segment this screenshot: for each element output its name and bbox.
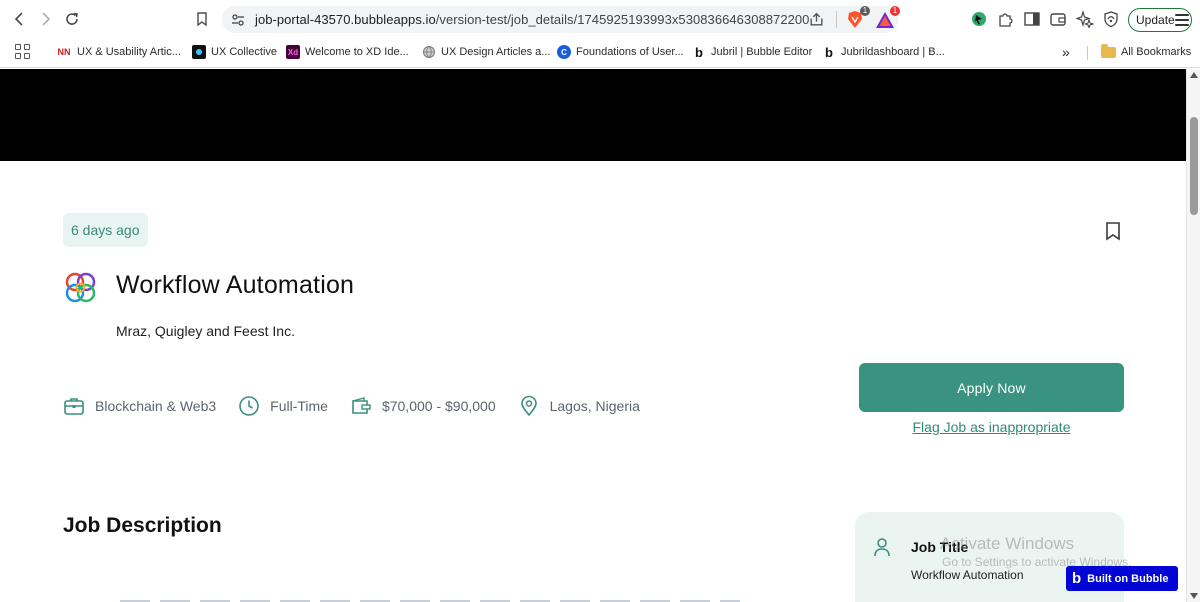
job-title: Workflow Automation (116, 271, 355, 299)
update-label: Update (1136, 13, 1175, 27)
clock-icon (239, 396, 259, 416)
job-type-text: Full-Time (270, 398, 328, 414)
posted-date-chip: 6 days ago (63, 213, 148, 247)
url-text[interactable]: job-portal-43570.bubbleapps.io/version-t… (255, 12, 809, 27)
folder-icon (1101, 43, 1116, 58)
bookmark-label: UX Collective (211, 46, 278, 58)
more-bookmarks-button[interactable]: » (1062, 43, 1070, 61)
arrow-right-icon (42, 12, 51, 26)
bookmark-page-button[interactable] (192, 9, 212, 29)
leo-ai-icon[interactable] (1076, 10, 1094, 28)
bookmark-label: Welcome to XD Ide... (305, 46, 409, 58)
bookmark-nn-usability[interactable]: NN UX & Usability Artic... (56, 43, 181, 61)
job-location-text: Lagos, Nigeria (549, 398, 640, 414)
update-menu-button[interactable]: Update (1128, 8, 1192, 32)
apps-grid-icon[interactable] (15, 44, 30, 59)
bookmark-bubble-editor[interactable]: b Jubril | Bubble Editor (692, 43, 812, 61)
job-details-page: 6 days ago Workflow Automation Mraz, Qui… (0, 69, 1186, 602)
hero-banner (0, 69, 1186, 161)
location-pin-icon (520, 395, 537, 417)
url-host: job-portal-43570.bubbleapps.io (255, 12, 436, 27)
url-divider (836, 11, 837, 28)
page-scrollbar[interactable] (1186, 69, 1200, 602)
site-settings-icon[interactable] (230, 12, 246, 28)
job-location: Lagos, Nigeria (518, 395, 640, 417)
brave-shields-count: 1 (860, 6, 870, 16)
bookmarks-divider (1087, 46, 1088, 60)
scroll-down-arrow-icon[interactable] (1190, 593, 1198, 599)
built-on-bubble-badge[interactable]: b Built on Bubble (1066, 566, 1178, 591)
nn-favicon: NN (57, 47, 71, 57)
back-button[interactable] (10, 9, 30, 29)
bookmark-ux-collective[interactable]: UX Collective (192, 43, 277, 61)
job-salary: $70,000 - $90,000 (350, 395, 496, 417)
flag-job-link[interactable]: Flag Job as inappropriate (859, 419, 1124, 435)
bookmark-label: Jubrildashboard | B... (841, 46, 945, 58)
brave-shields-button[interactable]: 1 (844, 6, 870, 31)
apply-now-button[interactable]: Apply Now (859, 363, 1124, 412)
ux-collective-icon (192, 45, 206, 59)
extensions-puzzle-icon[interactable] (997, 10, 1015, 28)
bookmarks-bar: NN UX & Usability Artic... UX Collective… (0, 38, 1200, 66)
xd-favicon: Xd (286, 45, 300, 59)
arrow-left-icon (14, 12, 23, 26)
reload-icon (66, 12, 78, 25)
bubble-badge-label: Built on Bubble (1087, 572, 1169, 585)
wallet-icon (352, 397, 371, 414)
job-meta-row: Blockchain & Web3 Full-Time $70,000 - $9… (63, 394, 662, 418)
all-bookmarks-button[interactable]: All Bookmarks (1101, 43, 1191, 61)
bookmark-ux-design-articles[interactable]: UX Design Articles a... (422, 43, 550, 61)
scroll-thumb[interactable] (1190, 117, 1198, 215)
browser-toolbar: job-portal-43570.bubbleapps.io/version-t… (0, 0, 1200, 38)
briefcase-icon (64, 398, 84, 415)
bookmark-foundations-ux[interactable]: C Foundations of User... (557, 43, 684, 61)
globe-icon (422, 45, 436, 59)
windows-activation-title: Activate Windows (940, 534, 1075, 553)
job-category-text: Blockchain & Web3 (95, 398, 217, 414)
hamburger-menu-icon (1174, 14, 1189, 26)
bookmark-outline-icon (197, 12, 207, 27)
job-type: Full-Time (238, 395, 328, 417)
bubble-favicon: b (825, 44, 833, 60)
all-bookmarks-label: All Bookmarks (1121, 46, 1192, 58)
bubble-logo-icon: b (1072, 570, 1082, 587)
bookmark-label: UX & Usability Artic... (77, 46, 181, 58)
brave-rewards-button[interactable]: 1 (874, 6, 900, 31)
bookmark-label: UX Design Articles a... (441, 46, 551, 58)
browser-chrome: job-portal-43570.bubbleapps.io/version-t… (0, 0, 1200, 68)
bookmark-label: Jubril | Bubble Editor (711, 46, 813, 58)
scroll-up-arrow-icon[interactable] (1190, 72, 1198, 78)
job-category: Blockchain & Web3 (63, 395, 216, 417)
coursera-favicon: C (557, 45, 571, 59)
address-bar[interactable]: job-portal-43570.bubbleapps.io/version-t… (222, 6, 900, 33)
company-logo (65, 272, 96, 303)
company-name: Mraz, Quigley and Feest Inc. (116, 323, 295, 339)
extension-green-icon[interactable] (970, 10, 988, 28)
share-icon[interactable] (808, 11, 825, 28)
sidebar-toggle-icon[interactable] (1023, 10, 1041, 28)
wallet-icon[interactable] (1049, 10, 1067, 28)
vpn-shield-icon[interactable] (1102, 10, 1120, 28)
job-salary-text: $70,000 - $90,000 (381, 398, 496, 414)
forward-button[interactable] (35, 9, 55, 29)
bookmark-jubril-dashboard[interactable]: b Jubrildashboard | B... (822, 43, 945, 61)
save-job-bookmark-icon[interactable] (1104, 221, 1122, 241)
url-path: /version-test/job_details/1745925193993x… (435, 12, 810, 27)
job-description-heading: Job Description (63, 514, 222, 537)
bookmark-label: Foundations of User... (576, 46, 684, 58)
user-icon (874, 538, 890, 557)
bookmark-xd-ideas[interactable]: Xd Welcome to XD Ide... (286, 43, 409, 61)
rewards-count: 1 (890, 6, 900, 16)
summary-value: Workflow Automation (911, 568, 1024, 582)
bubble-favicon: b (695, 44, 703, 60)
reload-button[interactable] (62, 9, 82, 29)
